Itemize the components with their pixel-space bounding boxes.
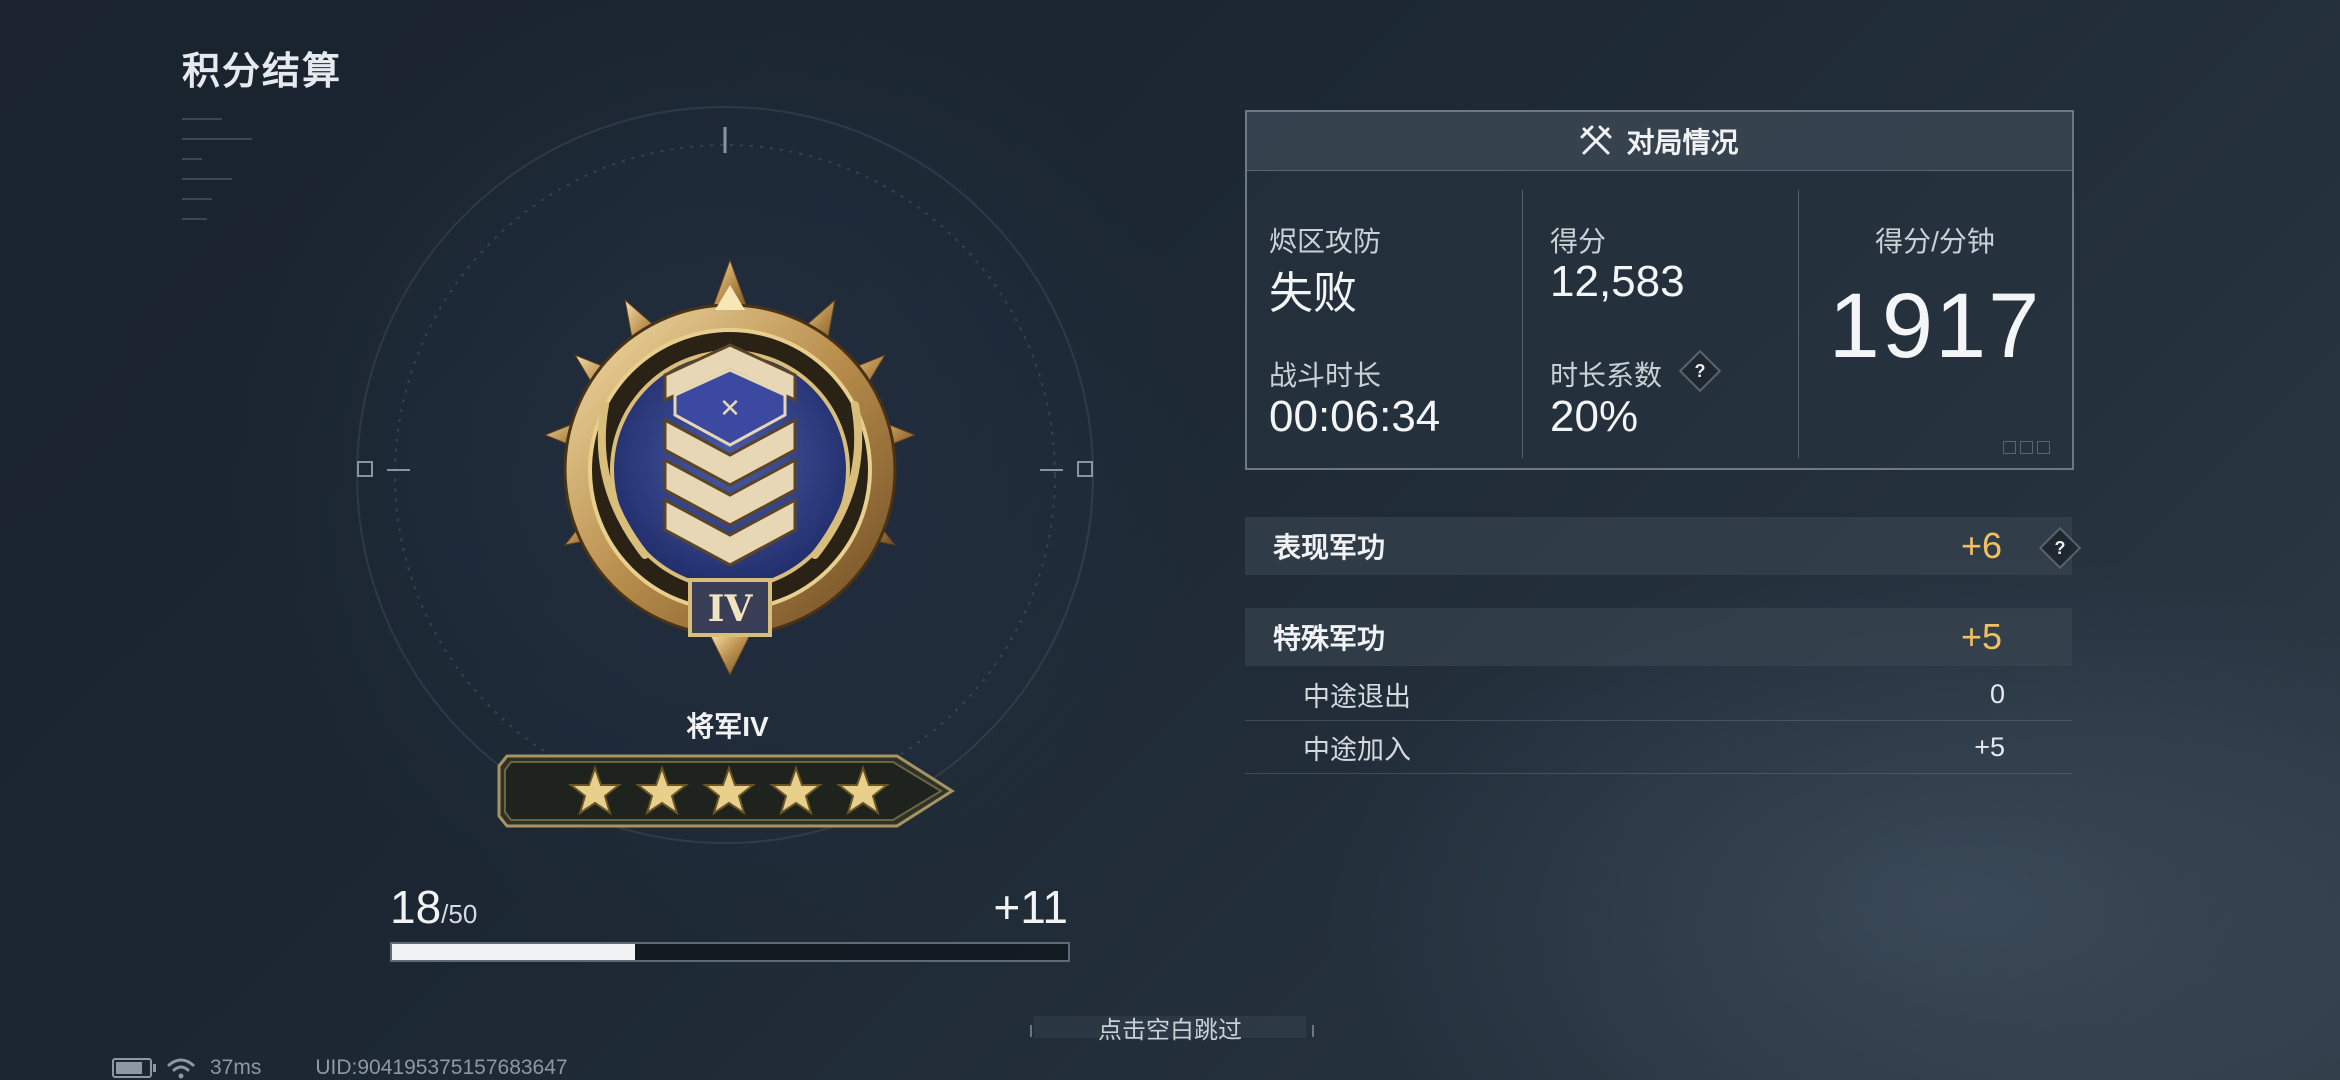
special-merit-row: 特殊军功 +5 <box>1245 608 2072 666</box>
score-label: 得分 <box>1550 226 1607 257</box>
battery-icon <box>112 1058 156 1078</box>
rank-progress-gain: +11 <box>993 881 1068 933</box>
mode-result: 失败 <box>1269 269 1357 318</box>
performance-merit-help-icon[interactable]: ? <box>2038 526 2082 570</box>
coefficient-help-icon[interactable]: ? <box>1678 349 1722 393</box>
duration-value: 00:06:34 <box>1269 392 1441 441</box>
coefficient-value: 20% <box>1550 392 1639 441</box>
rank-progress-fill <box>392 944 636 960</box>
rank-numeral: IV <box>708 588 754 630</box>
rank-progress-bar <box>390 942 1070 962</box>
rank-name: 将军IV <box>686 711 769 742</box>
duration-label: 战斗时长 <box>1269 360 1382 391</box>
performance-merit-row: 表现军功 +6 ? <box>1245 517 2082 575</box>
status-bar: 37ms UID:904195375157683647 <box>112 1056 568 1080</box>
rank-medal-icon: ✕ IV <box>543 258 917 677</box>
rank-progress-max: /50 <box>441 899 478 929</box>
special-merit-item: 中途加入 +5 <box>1245 721 2072 774</box>
wifi-icon <box>167 1058 195 1079</box>
ping-value: 37ms <box>210 1056 262 1079</box>
score-per-minute-value: 1917 <box>1828 275 2042 377</box>
user-uid: UID:904195375157683647 <box>315 1056 568 1079</box>
coefficient-label: 时长系数 <box>1550 360 1663 391</box>
score-per-minute-label: 得分/分钟 <box>1875 226 1995 257</box>
crossed-swords-icon <box>1580 125 1612 155</box>
skip-hint[interactable]: 点击空白跳过 <box>1030 1010 1310 1045</box>
panel-corner-decoration <box>2003 441 2050 454</box>
special-merit-label: 特殊军功 <box>1273 623 1386 654</box>
score-value: 12,583 <box>1550 257 1685 306</box>
match-summary-header: 对局情况 <box>1247 112 2072 171</box>
performance-merit-label: 表现军功 <box>1273 532 1386 563</box>
rank-progress-current: 18/50 <box>390 881 478 933</box>
special-merit-item-label: 中途退出 <box>1303 681 1411 712</box>
mode-label: 烬区攻防 <box>1269 226 1382 257</box>
performance-merit-value: +6 <box>1960 525 2002 566</box>
special-merit-item-label: 中途加入 <box>1303 734 1411 765</box>
decorative-lines <box>182 118 262 238</box>
page-title: 积分结算 <box>182 51 343 93</box>
rank-stars <box>497 754 955 828</box>
special-merit-item-value: +5 <box>1974 731 2005 762</box>
match-summary-panel: 对局情况 烬区攻防 失败 战斗时长 00:06:34 得分 12,583 时长系… <box>1245 110 2074 470</box>
special-merit-item: 中途退出 0 <box>1245 668 2072 721</box>
match-summary-title: 对局情况 <box>1626 127 1739 158</box>
special-merit-value: +5 <box>1960 616 2002 657</box>
special-merit-item-value: 0 <box>1989 678 2005 709</box>
svg-text:✕: ✕ <box>719 394 741 424</box>
